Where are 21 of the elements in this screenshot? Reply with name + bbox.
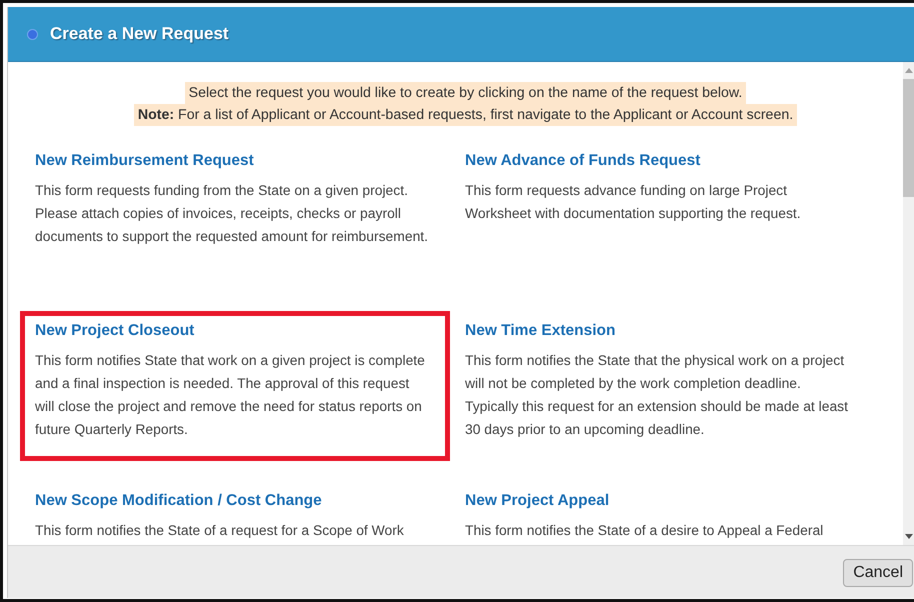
note-text: Note: For a list of Applicant or Account-based requests, first navigate to the Applicant or Account screen. xyxy=(134,104,798,126)
request-description: This form notifies the State that the physical work on a project will not be completed by the work completion deadline. Typically this request for an extension should be made at least 30 days prior to an upcoming deadline. xyxy=(465,351,848,439)
request-description: This form requests funding from the State on a given project. Please attach copies of invoices, receipts, checks or payroll documents to support the requested amount for reimbursement. xyxy=(35,181,430,246)
scroll-down-icon[interactable] xyxy=(904,534,912,539)
scroll-thumb[interactable] xyxy=(903,79,914,197)
request-link[interactable]: New Time Extension xyxy=(465,322,616,340)
scrollbar[interactable] xyxy=(903,62,914,545)
dialog-title: Create a New Request xyxy=(50,24,229,44)
request-link[interactable]: New Scope Modification / Cost Change xyxy=(35,492,322,510)
request-description: This form notifies the State of a request for a Scope of Work xyxy=(35,521,405,540)
request-link[interactable]: New Project Appeal xyxy=(465,492,610,510)
request-description: This form notifies the State of a desire to Appeal a Federal xyxy=(465,521,824,540)
cancel-button[interactable]: Cancel xyxy=(843,559,913,587)
request-link[interactable]: New Project Closeout xyxy=(35,322,194,340)
scroll-up-icon[interactable] xyxy=(904,68,912,73)
request-description: This form requests advance funding on large Project Worksheet with documentation supporting the request. xyxy=(465,181,802,223)
request-link[interactable]: New Advance of Funds Request xyxy=(465,152,700,170)
request-description: This form notifies State that work on a given project is complete and a final inspection is needed. The approval of this request will close the project and remove the need for status reports on future Quarterly Reports. xyxy=(35,351,426,439)
request-link[interactable]: New Reimbursement Request xyxy=(35,152,254,170)
circle-icon xyxy=(27,28,38,40)
instruction-text: Select the request you would like to create by clicking on the name of the request below. xyxy=(184,82,746,104)
